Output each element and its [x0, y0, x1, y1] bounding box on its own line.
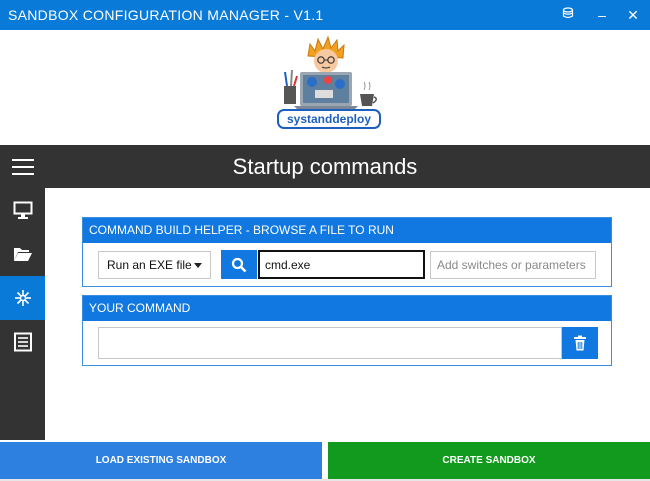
- load-existing-sandbox-button[interactable]: LOAD EXISTING SANDBOX: [0, 442, 322, 479]
- command-build-helper-panel: COMMAND BUILD HELPER - BROWSE A FILE TO …: [82, 217, 612, 287]
- command-build-helper-heading: COMMAND BUILD HELPER - BROWSE A FILE TO …: [83, 218, 611, 243]
- startup-icon: [13, 288, 33, 308]
- close-button[interactable]: ✕: [623, 5, 643, 25]
- window-title: SANDBOX CONFIGURATION MANAGER - V1.1: [8, 7, 323, 23]
- file-path-input[interactable]: [258, 250, 425, 279]
- sidebar: [0, 188, 45, 440]
- trash-icon: [573, 335, 587, 351]
- your-command-heading: YOUR COMMAND: [83, 296, 611, 321]
- sidebar-item-monitor[interactable]: [0, 188, 45, 232]
- minimize-button[interactable]: –: [592, 5, 612, 25]
- sidebar-item-startup[interactable]: [0, 276, 45, 320]
- sidebar-item-list[interactable]: [0, 320, 45, 364]
- app-icon: [558, 5, 578, 25]
- page-title: Startup commands: [0, 154, 650, 180]
- list-icon: [13, 332, 33, 352]
- browse-button[interactable]: [221, 250, 257, 279]
- page-header: Startup commands: [0, 145, 650, 188]
- title-bar: SANDBOX CONFIGURATION MANAGER - V1.1 – ✕: [0, 0, 650, 30]
- run-type-select[interactable]: Run an EXE file: [98, 251, 211, 279]
- folder-open-icon: [13, 245, 33, 263]
- sidebar-item-folder[interactable]: [0, 232, 45, 276]
- clear-command-button[interactable]: [562, 327, 598, 359]
- logo-area: systanddeploy: [0, 30, 650, 145]
- create-sandbox-button[interactable]: CREATE SANDBOX: [328, 442, 650, 479]
- command-input[interactable]: [98, 327, 562, 359]
- logo-illustration: systanddeploy: [270, 34, 390, 134]
- search-icon: [231, 257, 247, 273]
- monitor-icon: [13, 200, 33, 220]
- run-type-selected-value: Run an EXE file: [107, 258, 192, 272]
- switches-input[interactable]: [430, 251, 596, 279]
- logo-text: systanddeploy: [287, 112, 371, 126]
- your-command-panel: YOUR COMMAND: [82, 295, 612, 366]
- chevron-down-icon: [194, 263, 202, 268]
